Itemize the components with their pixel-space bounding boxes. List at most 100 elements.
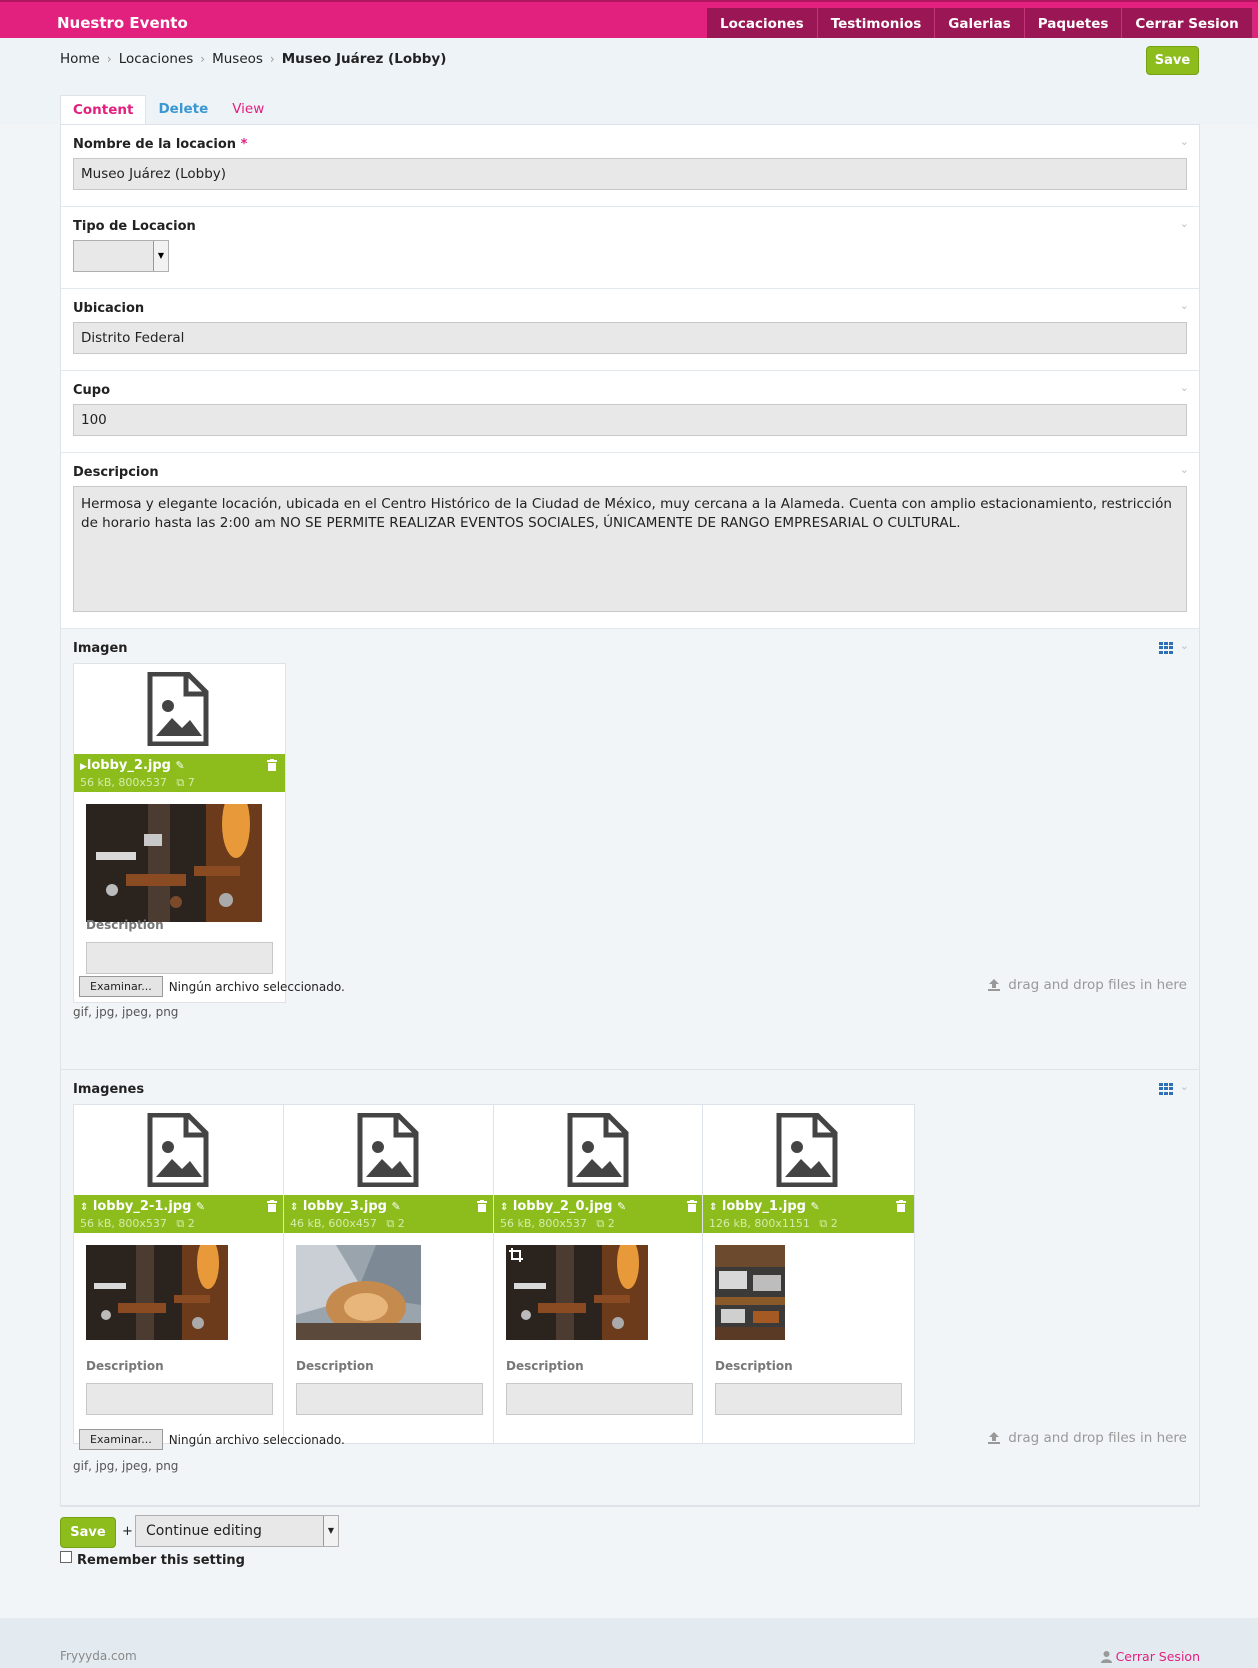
pencil-icon[interactable]: ✎ bbox=[617, 1200, 626, 1213]
trash-icon[interactable] bbox=[477, 1200, 487, 1212]
image-card: ⇕ lobby_3.jpg ✎ 46 kB, 600x457 ⧉ 2 Descr… bbox=[283, 1104, 496, 1444]
remember-checkbox[interactable] bbox=[60, 1550, 72, 1563]
tab-delete[interactable]: Delete bbox=[146, 95, 220, 124]
footer-logout-label[interactable]: Cerrar Sesion bbox=[1116, 1649, 1200, 1664]
browse-button[interactable]: Examinar... bbox=[79, 976, 163, 997]
drop-zone[interactable]: drag and drop files in here bbox=[987, 1430, 1187, 1446]
trash-icon[interactable] bbox=[267, 759, 277, 771]
description-input[interactable] bbox=[86, 1383, 273, 1415]
chevron-down-icon[interactable]: ⌄ bbox=[1180, 217, 1189, 230]
file-image-icon bbox=[357, 1113, 419, 1187]
trash-icon[interactable] bbox=[896, 1200, 906, 1212]
file-name[interactable]: lobby_3.jpg bbox=[303, 1199, 387, 1214]
pencil-icon[interactable]: ✎ bbox=[196, 1200, 205, 1213]
nav-item-locaciones[interactable]: Locaciones bbox=[707, 8, 818, 40]
after-save-select-value: Continue editing bbox=[146, 1523, 262, 1539]
image-thumbnail[interactable] bbox=[506, 1245, 648, 1340]
chevron-down-icon[interactable]: ⌄ bbox=[1180, 299, 1189, 312]
copy-icon: ⧉ bbox=[176, 776, 185, 789]
pencil-icon[interactable]: ✎ bbox=[175, 759, 184, 772]
upload-icon bbox=[988, 1432, 1001, 1444]
field-label-cupo: Cupo bbox=[73, 383, 111, 398]
pencil-icon[interactable]: ✎ bbox=[391, 1200, 400, 1213]
usage-count: 2 bbox=[607, 1217, 615, 1230]
dropdown-arrow-icon[interactable]: ▼ bbox=[323, 1516, 338, 1546]
image-card: ⇕ lobby_2-1.jpg ✎ 56 kB, 800x537 ⧉ 2 Des… bbox=[73, 1104, 286, 1444]
chevron-down-icon[interactable]: ⌄ bbox=[1180, 1080, 1189, 1093]
file-meta: 126 kB, 800x1151 bbox=[709, 1217, 810, 1230]
chevron-down-icon[interactable]: ⌄ bbox=[1180, 135, 1189, 148]
sort-icon[interactable]: ⇕ bbox=[290, 1202, 298, 1213]
tipo-select[interactable]: ▼ bbox=[73, 240, 169, 272]
pencil-icon[interactable]: ✎ bbox=[810, 1200, 819, 1213]
drop-zone[interactable]: drag and drop files in here bbox=[987, 977, 1187, 993]
sort-icon[interactable]: ⇕ bbox=[500, 1202, 508, 1213]
field-descripcion: Descripcion ⌄ Hermosa y elegante locació… bbox=[61, 453, 1199, 629]
image-thumbnail[interactable] bbox=[715, 1245, 785, 1340]
description-input[interactable] bbox=[715, 1383, 902, 1415]
after-save-select[interactable]: Continue editing ▼ bbox=[135, 1515, 339, 1547]
file-bar: ⇕ lobby_2-1.jpg ✎ 56 kB, 800x537 ⧉ 2 bbox=[74, 1195, 285, 1233]
nav-item-testimonios[interactable]: Testimonios bbox=[817, 8, 936, 40]
image-thumbnail[interactable] bbox=[296, 1245, 421, 1340]
breadcrumb-museos[interactable]: Museos bbox=[212, 51, 263, 67]
usage-count: 7 bbox=[187, 776, 195, 789]
nav-item-cerrar-sesion[interactable]: Cerrar Sesion bbox=[1122, 8, 1253, 40]
chevron-down-icon[interactable]: ⌄ bbox=[1180, 463, 1189, 476]
breadcrumb-home[interactable]: Home bbox=[60, 51, 100, 67]
chevron-down-icon[interactable]: ⌄ bbox=[1180, 639, 1189, 652]
image-card: ⇕ lobby_2_0.jpg ✎ 56 kB, 800x537 ⧉ 2 Des… bbox=[493, 1104, 706, 1444]
file-bar: ⇕ lobby_3.jpg ✎ 46 kB, 600x457 ⧉ 2 bbox=[284, 1195, 495, 1233]
footer-logout[interactable]: Cerrar Sesion bbox=[1100, 1649, 1200, 1664]
ubicacion-input[interactable]: Distrito Federal bbox=[73, 322, 1187, 354]
descripcion-textarea[interactable]: Hermosa y elegante locación, ubicada en … bbox=[73, 486, 1187, 612]
file-name[interactable]: lobby_1.jpg bbox=[722, 1199, 806, 1214]
plus-separator: + bbox=[122, 1524, 133, 1539]
footer: Fryyyda.com Cerrar Sesion bbox=[0, 1618, 1258, 1668]
trash-icon[interactable] bbox=[267, 1200, 277, 1212]
image-thumbnail[interactable] bbox=[86, 1245, 228, 1340]
footer-site[interactable]: Fryyyda.com bbox=[60, 1649, 137, 1663]
brand-logo[interactable]: Nuestro Evento bbox=[57, 14, 188, 32]
file-image-icon bbox=[567, 1113, 629, 1187]
description-input[interactable] bbox=[296, 1383, 483, 1415]
copy-icon: ⧉ bbox=[596, 1217, 605, 1230]
chevron-down-icon[interactable]: ⌄ bbox=[1180, 381, 1189, 394]
tab-view[interactable]: View bbox=[220, 95, 276, 124]
file-meta: 56 kB, 800x537 bbox=[80, 776, 167, 789]
allowed-file-types: gif, jpg, jpeg, png bbox=[73, 1459, 179, 1473]
nav-item-paquetes[interactable]: Paquetes bbox=[1024, 8, 1123, 40]
file-name[interactable]: lobby_2.jpg bbox=[87, 758, 171, 773]
breadcrumb-locaciones[interactable]: Locaciones bbox=[119, 51, 194, 67]
field-label-imagen: Imagen bbox=[73, 641, 128, 656]
trash-icon[interactable] bbox=[687, 1200, 697, 1212]
sort-icon[interactable]: ⇕ bbox=[80, 1202, 88, 1213]
file-image-icon bbox=[147, 672, 209, 746]
nav-item-galerias[interactable]: Galerias bbox=[935, 8, 1025, 40]
remember-label[interactable]: Remember this setting bbox=[77, 1553, 245, 1568]
top-bar: Nuestro Evento Locaciones Testimonios Ga… bbox=[0, 0, 1258, 40]
tab-content[interactable]: Content bbox=[60, 95, 147, 124]
description-input[interactable] bbox=[86, 942, 273, 974]
save-button-bottom[interactable]: Save bbox=[60, 1517, 116, 1548]
field-nombre: Nombre de la locacion * ⌄ Museo Juárez (… bbox=[61, 125, 1199, 207]
no-file-text: Ningún archivo seleccionado. bbox=[168, 1432, 345, 1447]
file-upload-row: Examinar... Ningún archivo seleccionado. bbox=[79, 1429, 345, 1450]
field-ubicacion: Ubicacion ⌄ Distrito Federal bbox=[61, 289, 1199, 371]
grid-view-icon[interactable] bbox=[1159, 1083, 1173, 1095]
dropdown-arrow-icon[interactable]: ▼ bbox=[153, 241, 168, 271]
description-input[interactable] bbox=[506, 1383, 693, 1415]
image-thumbnail[interactable] bbox=[86, 804, 262, 922]
sort-icon[interactable]: ⇕ bbox=[709, 1202, 717, 1213]
browse-button[interactable]: Examinar... bbox=[79, 1429, 163, 1450]
expand-arrow-icon[interactable]: ▶ bbox=[80, 762, 87, 772]
save-button[interactable]: Save bbox=[1146, 46, 1199, 75]
copy-icon: ⧉ bbox=[386, 1217, 395, 1230]
user-icon bbox=[1100, 1650, 1112, 1663]
nombre-input[interactable]: Museo Juárez (Lobby) bbox=[73, 158, 1187, 190]
cupo-input[interactable]: 100 bbox=[73, 404, 1187, 436]
file-meta: 56 kB, 800x537 bbox=[500, 1217, 587, 1230]
file-name[interactable]: lobby_2_0.jpg bbox=[513, 1199, 613, 1214]
grid-view-icon[interactable] bbox=[1159, 642, 1173, 654]
file-name[interactable]: lobby_2-1.jpg bbox=[93, 1199, 191, 1214]
